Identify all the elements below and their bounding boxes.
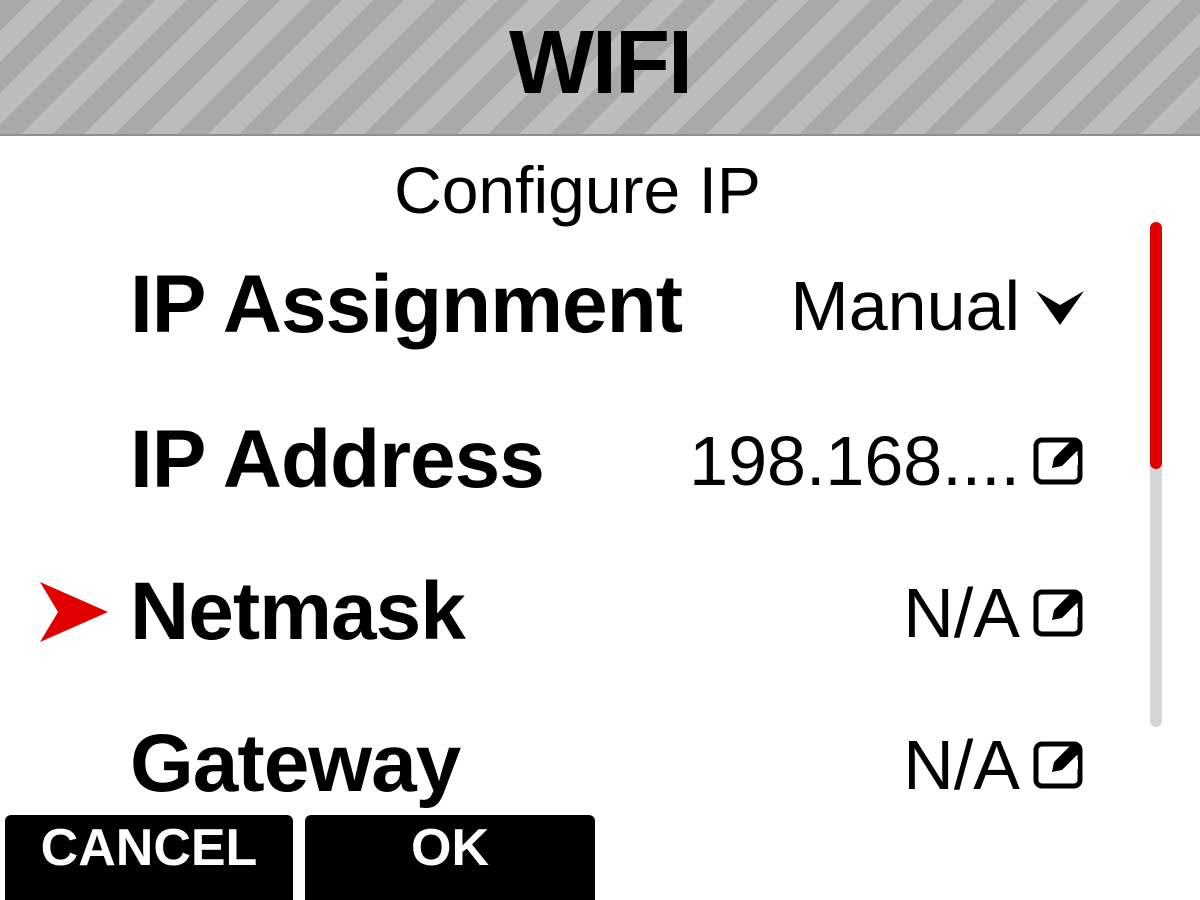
netmask-row[interactable]: Netmask N/A	[0, 540, 1110, 670]
ip-address-value[interactable]: 198.168....	[689, 416, 1020, 506]
scrollbar[interactable]	[1150, 222, 1162, 727]
netmask-value[interactable]: N/A	[903, 568, 1020, 658]
ip-assignment-row[interactable]: IP Assignment Manual	[0, 233, 1110, 363]
cancel-button[interactable]: CANCEL	[5, 815, 293, 900]
gateway-row[interactable]: Gateway N/A	[0, 692, 1110, 822]
edit-icon[interactable]	[1030, 580, 1090, 640]
arrow-right-icon	[40, 582, 108, 642]
section-subtitle: Configure IP	[394, 153, 761, 227]
edit-icon[interactable]	[1030, 732, 1090, 792]
ip-assignment-label: IP Assignment	[130, 259, 683, 350]
scrollbar-thumb[interactable]	[1150, 222, 1162, 469]
cancel-button-label: CANCEL	[40, 819, 258, 877]
ok-button-label: OK	[411, 819, 489, 877]
edit-icon[interactable]	[1030, 428, 1090, 488]
ip-address-label: IP Address	[130, 414, 545, 505]
netmask-label: Netmask	[130, 566, 466, 657]
ok-button[interactable]: OK	[305, 815, 595, 900]
dropdown-chevron-icon[interactable]	[1030, 275, 1090, 335]
title-bar: WIFI	[0, 0, 1200, 136]
gateway-label: Gateway	[130, 718, 461, 809]
gateway-value[interactable]: N/A	[903, 720, 1020, 810]
page-title: WIFI	[509, 13, 693, 113]
ip-address-row[interactable]: IP Address 198.168....	[0, 388, 1110, 518]
ip-assignment-value[interactable]: Manual	[790, 261, 1020, 351]
